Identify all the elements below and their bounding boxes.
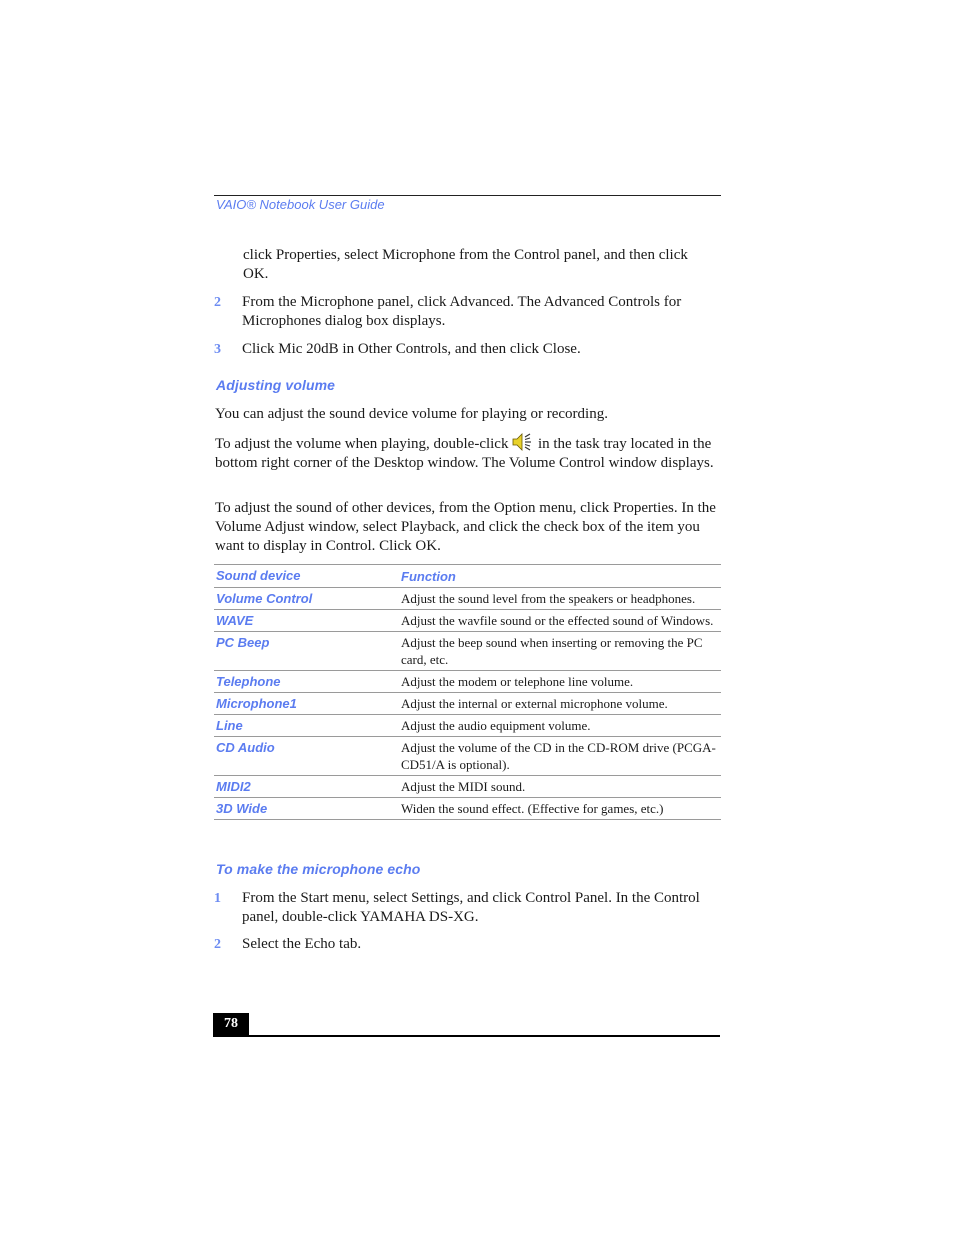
device-name: WAVE: [216, 613, 254, 628]
table-row: Telephone Adjust the modem or telephone …: [214, 670, 721, 693]
device-name: Line: [216, 718, 243, 733]
paragraph: To adjust the sound of other devices, fr…: [215, 500, 716, 554]
step-number: 1: [214, 891, 221, 906]
device-function: Adjust the volume of the CD in the CD-RO…: [401, 740, 716, 772]
table-row: 3D Wide Widen the sound effect. (Effecti…: [214, 797, 721, 820]
paragraph-with-icon: To adjust the volume when playing, doubl…: [215, 433, 720, 473]
step-text: Click Mic 20dB in Other Controls, and th…: [242, 341, 581, 357]
device-function: Adjust the MIDI sound.: [401, 779, 526, 794]
sound-device-table: Sound device Function Volume Control Adj…: [214, 564, 721, 820]
page-number: 78: [213, 1013, 249, 1037]
table-row: MIDI2 Adjust the MIDI sound.: [214, 775, 721, 798]
table-row: WAVE Adjust the wavfile sound or the eff…: [214, 609, 721, 632]
header-rule: [214, 195, 721, 196]
step-number: 2: [214, 295, 221, 310]
speaker-volume-icon: [512, 433, 534, 451]
table-row: Volume Control Adjust the sound level fr…: [214, 587, 721, 610]
footer-rule: [213, 1035, 720, 1037]
device-name: Microphone1: [216, 696, 297, 711]
table-row: Microphone1 Adjust the internal or exter…: [214, 692, 721, 715]
step-text: From the Start menu, select Settings, an…: [242, 890, 700, 925]
device-function: Adjust the audio equipment volume.: [401, 718, 591, 733]
device-name: Volume Control: [216, 591, 313, 606]
paragraph-text-before: To adjust the volume when playing, doubl…: [215, 436, 513, 452]
device-name: 3D Wide: [216, 801, 268, 816]
device-function: Adjust the sound level from the speakers…: [401, 591, 696, 606]
column-header-sound-device: Sound device: [216, 568, 301, 583]
device-function: Adjust the internal or external micropho…: [401, 696, 668, 711]
device-name: MIDI2: [216, 779, 251, 794]
intro-continuation: click Properties, select Microphone from…: [243, 247, 688, 282]
step-number: 3: [214, 342, 221, 357]
table-header-row: Sound device Function: [214, 564, 721, 588]
table-row: PC Beep Adjust the beep sound when inser…: [214, 631, 721, 671]
section-heading-microphone-echo: To make the microphone echo: [216, 861, 421, 877]
device-function: Adjust the modem or telephone line volum…: [401, 674, 634, 689]
device-function: Adjust the beep sound when inserting or …: [401, 635, 703, 667]
paragraph: You can adjust the sound device volume f…: [215, 406, 608, 422]
step-text: From the Microphone panel, click Advance…: [242, 294, 682, 329]
device-function: Widen the sound effect. (Effective for g…: [401, 801, 664, 816]
table-row: CD Audio Adjust the volume of the CD in …: [214, 736, 721, 776]
device-name: PC Beep: [216, 635, 270, 650]
table-row: Line Adjust the audio equipment volume.: [214, 714, 721, 737]
device-name: CD Audio: [216, 740, 275, 755]
device-function: Adjust the wavfile sound or the effected…: [401, 613, 714, 628]
column-header-function: Function: [401, 569, 456, 584]
step-number: 2: [214, 937, 221, 952]
running-head: VAIO® Notebook User Guide: [216, 197, 385, 212]
device-name: Telephone: [216, 674, 281, 689]
step-text: Select the Echo tab.: [242, 936, 362, 952]
section-heading-adjusting-volume: Adjusting volume: [216, 377, 336, 393]
